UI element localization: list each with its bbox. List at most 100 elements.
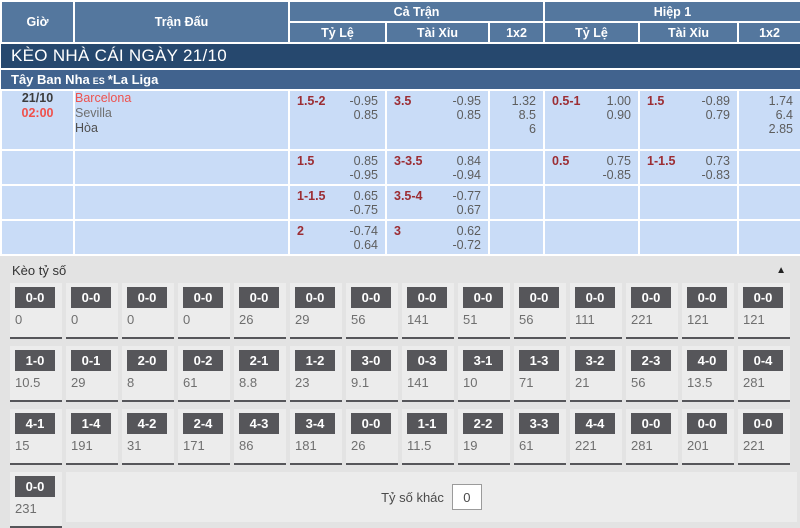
ft-1x2-odds[interactable]: 1.32 8.5 6 <box>489 90 544 150</box>
odd-value[interactable]: 0.73 <box>706 154 730 168</box>
score-odds-cell[interactable]: 2-219 <box>458 409 510 465</box>
score-odds-cell[interactable]: 0-261 <box>178 346 230 402</box>
odd-value[interactable]: 2.85 <box>769 122 793 136</box>
away-team[interactable]: Sevilla <box>75 106 288 121</box>
score-odds-cell[interactable]: 0-029 <box>290 283 342 339</box>
score-odds-cell[interactable]: 0-0221 <box>738 409 790 465</box>
ft-overunder-odds[interactable]: 3-3.5 0.84 -0.94 <box>386 150 489 185</box>
odd-value[interactable]: -0.85 <box>603 168 632 182</box>
score-odds-cell[interactable]: 1-010.5 <box>10 346 62 402</box>
h1-overunder-odds[interactable]: 1-1.5 0.73 -0.83 <box>639 150 738 185</box>
match-time-cell: 21/10 02:00 <box>1 90 74 150</box>
odd-value[interactable]: 0.90 <box>607 108 631 122</box>
h1-handicap-odds[interactable]: 0.5 0.75 -0.85 <box>544 150 639 185</box>
handicap-line: 0.5 <box>552 154 569 182</box>
odd-value[interactable]: -0.72 <box>453 238 482 252</box>
ft-handicap-odds[interactable]: 2 -0.74 0.64 <box>289 220 386 255</box>
score-odds-cell[interactable]: 0-4281 <box>738 346 790 402</box>
odd-value[interactable]: 0.65 <box>354 189 378 203</box>
ft-handicap-odds[interactable]: 1.5-2 -0.95 0.85 <box>289 90 386 150</box>
odd-value[interactable]: 0.75 <box>607 154 631 168</box>
odd-value[interactable]: -0.95 <box>350 94 379 108</box>
odd-value[interactable]: 0.85 <box>354 108 378 122</box>
score-odds-cell[interactable]: 1-111.5 <box>402 409 454 465</box>
score-label: 4-3 <box>239 413 279 434</box>
score-odds-cell[interactable]: 4-115 <box>10 409 62 465</box>
odd-value[interactable]: 1.74 <box>769 94 793 108</box>
score-label: 1-0 <box>15 350 55 371</box>
score-odds-cell[interactable]: 0-0201 <box>682 409 734 465</box>
score-odds-cell[interactable]: 0-00 <box>10 283 62 339</box>
odd-value[interactable]: -0.83 <box>702 168 731 182</box>
score-odds-cell[interactable]: 2-08 <box>122 346 174 402</box>
ft-handicap-odds[interactable]: 1.5 0.85 -0.95 <box>289 150 386 185</box>
odd-value[interactable]: -0.77 <box>453 189 482 203</box>
other-score-input[interactable] <box>452 484 482 510</box>
odd-value[interactable]: -0.95 <box>453 94 482 108</box>
ft-overunder-odds[interactable]: 3 0.62 -0.72 <box>386 220 489 255</box>
collapse-arrow-icon[interactable]: ▲ <box>776 265 786 276</box>
score-odds-cell[interactable]: 4-013.5 <box>682 346 734 402</box>
odd-value[interactable]: 1.00 <box>607 94 631 108</box>
odd-value[interactable]: 0.64 <box>354 238 378 252</box>
odd-value[interactable]: 1.32 <box>512 94 536 108</box>
score-odds-cell[interactable]: 0-0121 <box>738 283 790 339</box>
score-odds-cell[interactable]: 0-0281 <box>626 409 678 465</box>
score-odds-cell[interactable]: 0-026 <box>346 409 398 465</box>
score-odds-cell[interactable]: 0-3141 <box>402 346 454 402</box>
score-odds-cell[interactable]: 0-0141 <box>402 283 454 339</box>
odd-value[interactable]: -0.94 <box>453 168 482 182</box>
odd-value[interactable]: 6.4 <box>776 108 793 122</box>
odd-value[interactable]: 0.85 <box>457 108 481 122</box>
score-odds-cell[interactable]: 2-4171 <box>178 409 230 465</box>
score-odds-cell[interactable]: 0-0 231 <box>10 472 62 528</box>
odd-value[interactable]: 0.85 <box>354 154 378 168</box>
odd-value[interactable]: 0.67 <box>457 203 481 217</box>
score-odds-cell[interactable]: 0-051 <box>458 283 510 339</box>
score-odds-cell[interactable]: 3-110 <box>458 346 510 402</box>
score-odds-cell[interactable]: 4-386 <box>234 409 286 465</box>
odd-value[interactable]: 0.84 <box>457 154 481 168</box>
odd-value[interactable]: -0.95 <box>350 168 379 182</box>
home-team[interactable]: Barcelona <box>75 91 288 106</box>
score-odds-cell[interactable]: 4-4221 <box>570 409 622 465</box>
odd-value[interactable]: 8.5 <box>519 108 536 122</box>
score-odds-cell[interactable]: 2-18.8 <box>234 346 286 402</box>
ft-handicap-odds[interactable]: 1-1.5 0.65 -0.75 <box>289 185 386 220</box>
score-odds-cell[interactable]: 0-026 <box>234 283 286 339</box>
score-odds-cell[interactable]: 0-129 <box>66 346 118 402</box>
odd-value[interactable]: 0.62 <box>457 224 481 238</box>
score-label: 0-3 <box>407 350 447 371</box>
score-odds-cell[interactable]: 0-00 <box>66 283 118 339</box>
score-odds-cell[interactable]: 3-4181 <box>290 409 342 465</box>
score-odds-cell[interactable]: 1-4191 <box>66 409 118 465</box>
odd-value[interactable]: 0.79 <box>706 108 730 122</box>
h1-1x2-odds[interactable]: 1.74 6.4 2.85 <box>738 90 800 150</box>
odd-value[interactable]: -0.74 <box>350 224 379 238</box>
h1-overunder-odds[interactable]: 1.5 -0.89 0.79 <box>639 90 738 150</box>
score-odds-cell[interactable]: 1-371 <box>514 346 566 402</box>
league-bar[interactable]: Tây Ban NhaES*La Liga <box>1 69 800 90</box>
score-odds-cell[interactable]: 2-356 <box>626 346 678 402</box>
score-odds-cell[interactable]: 3-361 <box>514 409 566 465</box>
score-odd-value: 26 <box>239 312 286 327</box>
odd-value[interactable]: -0.89 <box>702 94 731 108</box>
h1-handicap-odds[interactable]: 0.5-1 1.00 0.90 <box>544 90 639 150</box>
draw-label[interactable]: Hòa <box>75 121 288 136</box>
score-odds-cell[interactable]: 0-0221 <box>626 283 678 339</box>
ft-overunder-odds[interactable]: 3.5 -0.95 0.85 <box>386 90 489 150</box>
score-odds-cell[interactable]: 0-00 <box>178 283 230 339</box>
score-odds-cell[interactable]: 0-056 <box>514 283 566 339</box>
score-odds-cell[interactable]: 3-221 <box>570 346 622 402</box>
score-odds-cell[interactable]: 0-056 <box>346 283 398 339</box>
ft-overunder-odds[interactable]: 3.5-4 -0.77 0.67 <box>386 185 489 220</box>
match-teams-cell[interactable]: Barcelona Sevilla Hòa <box>74 90 289 150</box>
score-odds-cell[interactable]: 0-0121 <box>682 283 734 339</box>
score-odds-cell[interactable]: 0-00 <box>122 283 174 339</box>
odd-value[interactable]: 6 <box>529 122 536 136</box>
score-odds-cell[interactable]: 0-0111 <box>570 283 622 339</box>
score-odds-cell[interactable]: 3-09.1 <box>346 346 398 402</box>
score-odds-cell[interactable]: 1-223 <box>290 346 342 402</box>
odd-value[interactable]: -0.75 <box>350 203 379 217</box>
score-odds-cell[interactable]: 4-231 <box>122 409 174 465</box>
